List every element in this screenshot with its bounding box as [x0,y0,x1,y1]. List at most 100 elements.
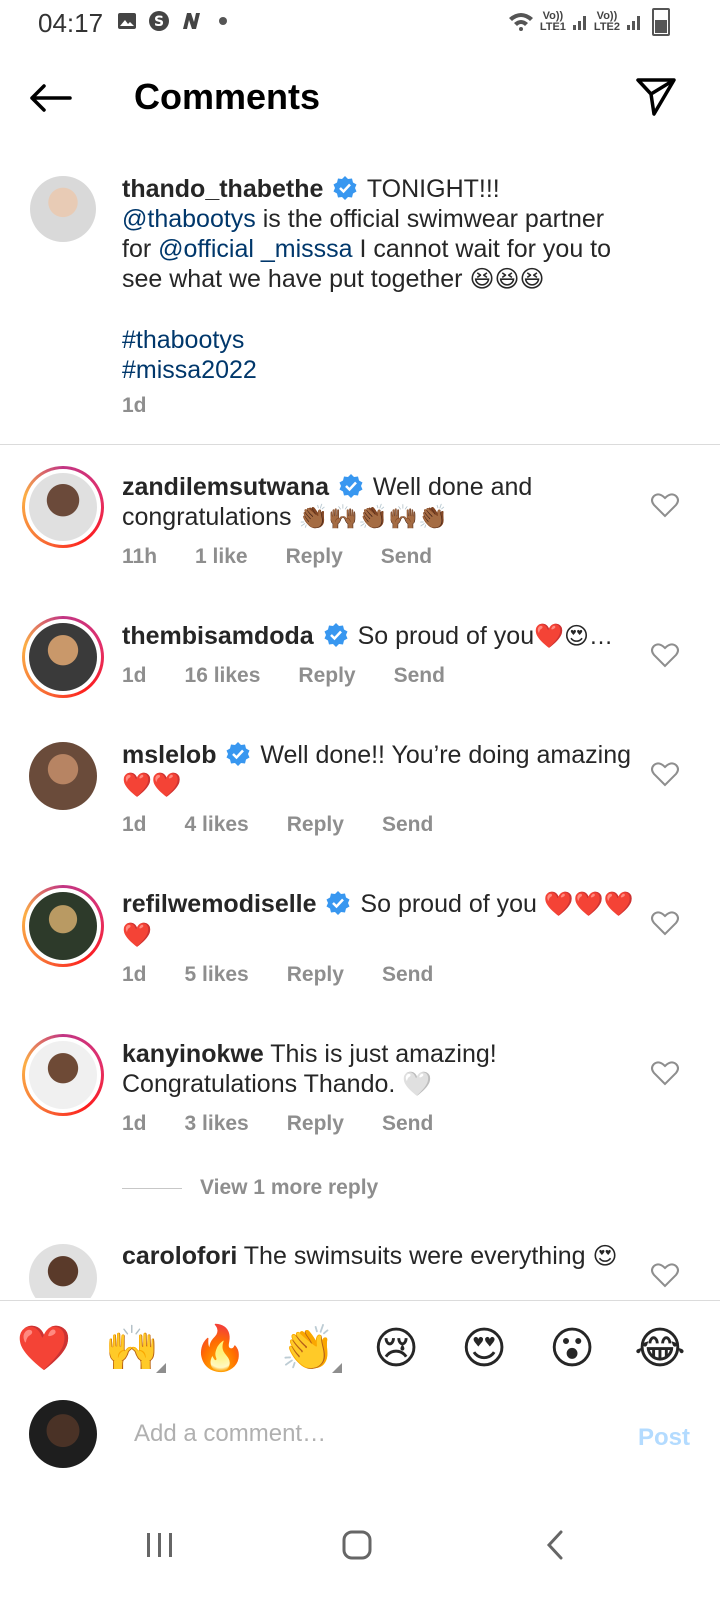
lte1-indicator: Vo)) LTE1 [539,10,566,33]
status-time: 04:17 [38,8,104,38]
mention-link[interactable]: @official _misssa [158,235,352,263]
dot-icon [212,10,234,32]
gallery-icon [116,10,138,32]
n-app-icon [180,10,202,32]
comment-text: thembisamdoda So proud of you❤️😍… [122,622,614,650]
comment-text: carolofori The swimsuits were everything… [122,1242,618,1270]
reply-button[interactable]: Reply [287,1112,344,1136]
caption-time: 1d [122,394,147,417]
back-nav-icon[interactable] [525,1520,585,1570]
reaction-tears-of-joy[interactable]: 😂 [632,1321,688,1377]
verified-badge-icon [226,742,250,766]
avatar[interactable] [30,176,96,242]
wifi-icon [508,11,534,34]
reaction-crying[interactable]: 😢 [368,1321,424,1377]
comment-time: 1d [122,664,147,687]
like-count[interactable]: 1 like [195,545,248,569]
comment-composer: Add a comment… Post [0,1390,720,1490]
hashtag-link[interactable]: #thabootys [122,325,640,355]
caption-username[interactable]: thando_thabethe [122,175,323,203]
user-avatar[interactable] [29,1400,97,1468]
like-count[interactable]: 16 likes [185,664,261,688]
comment-time: 1d [122,963,147,986]
comment-text: kanyinokwe This is just amazing! Congrat… [122,1040,497,1098]
like-heart-icon[interactable] [650,640,680,670]
comment-username[interactable]: thembisamdoda [122,622,314,650]
send-button[interactable]: Send [382,1112,433,1136]
share-send-icon[interactable] [634,74,682,122]
comment-meta: 1d 3 likes Reply Send [122,1112,471,1136]
comment-username[interactable]: carolofori [122,1242,237,1270]
lte2-indicator: Vo)) LTE2 [593,10,620,33]
verified-badge-icon [333,176,357,200]
divider [0,444,720,445]
reaction-heart[interactable]: ❤️ [16,1321,72,1377]
comment-time: 1d [122,1112,147,1135]
avatar[interactable] [29,1041,97,1109]
system-nav-bar [0,1490,720,1600]
notification-icons: S [116,10,234,32]
like-count[interactable]: 5 likes [185,963,249,987]
back-arrow-icon[interactable] [28,76,76,120]
send-button[interactable]: Send [382,813,433,837]
comment-username[interactable]: refilwemodiselle [122,890,317,918]
variant-indicator-icon [156,1363,166,1373]
hashtag-link[interactable]: #missa2022 [122,355,640,385]
like-heart-icon[interactable] [650,490,680,520]
like-count[interactable]: 3 likes [185,1112,249,1136]
reaction-surprised[interactable]: 😮 [544,1321,600,1377]
home-icon[interactable] [327,1520,387,1570]
comment-meta: 1d 5 likes Reply Send [122,963,471,987]
reaction-heart-eyes[interactable]: 😍 [456,1321,512,1377]
send-button[interactable]: Send [382,963,433,987]
signal-icon-2 [626,11,642,34]
reply-button[interactable]: Reply [298,664,355,688]
divider-line [122,1187,182,1189]
verified-badge-icon [324,623,348,647]
comment-username[interactable]: zandilemsutwana [122,473,329,501]
battery-icon [652,8,670,36]
recents-icon[interactable] [130,1520,190,1570]
comment-text: mslelob Well done!! You’re doing amazing… [122,741,632,799]
like-heart-icon[interactable] [650,1058,680,1088]
reaction-raised-hands[interactable]: 🙌 [104,1321,160,1377]
comment-username[interactable]: mslelob [122,741,216,769]
caption-text: thando_thabethe TONIGHT!!! @thabootys is… [122,174,640,385]
comment-input[interactable]: Add a comment… [134,1420,326,1448]
verified-badge-icon [326,891,350,915]
avatar[interactable] [29,473,97,541]
send-button[interactable]: Send [381,545,432,569]
comment-text: zandilemsutwana Well done and congratula… [122,473,533,531]
reply-button[interactable]: Reply [287,813,344,837]
like-heart-icon[interactable] [650,759,680,789]
comment-item: carolofori The swimsuits were everything… [0,1236,720,1298]
avatar[interactable] [29,623,97,691]
mention-link[interactable]: @thabootys [122,205,256,233]
comment-text: refilwemodiselle So proud of you ❤️❤️❤️❤… [122,890,634,949]
verified-badge-icon [339,474,363,498]
page-title: Comments [134,76,321,117]
signal-icon-1 [572,11,588,34]
avatar[interactable] [29,742,97,810]
reply-button[interactable]: Reply [287,963,344,987]
avatar[interactable] [29,892,97,960]
comment-time: 1d [122,813,147,836]
reaction-fire[interactable]: 🔥 [192,1321,248,1377]
post-button[interactable]: Post [638,1424,690,1452]
status-right-icons: Vo)) LTE1 Vo)) LTE2 [508,8,670,36]
like-heart-icon[interactable] [650,1260,680,1290]
comment-username[interactable]: kanyinokwe [122,1040,264,1068]
quick-reactions-bar: ❤️ 🙌 🔥 👏 😢 😍 😮 😂 [0,1300,720,1392]
header-bar: Comments [0,58,720,138]
like-heart-icon[interactable] [650,908,680,938]
send-button[interactable]: Send [394,664,445,688]
view-more-replies-button[interactable]: View 1 more reply [122,1176,378,1200]
reaction-clap[interactable]: 👏 [280,1321,336,1377]
comment-time: 11h [122,545,158,568]
s-app-icon: S [148,10,170,32]
reply-button[interactable]: Reply [286,545,343,569]
avatar[interactable] [29,1244,97,1298]
comment-meta: 1d 16 likes Reply Send [122,664,483,688]
like-count[interactable]: 4 likes [185,813,249,837]
svg-text:S: S [154,14,164,30]
